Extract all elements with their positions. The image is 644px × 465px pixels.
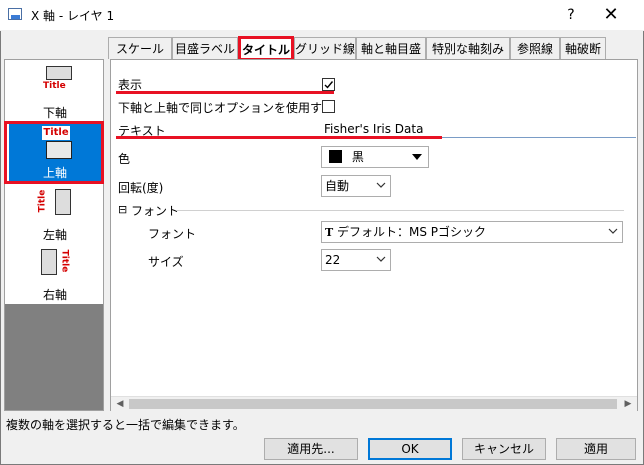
scrollbar-thumb[interactable] bbox=[129, 399, 617, 409]
size-dropdown[interactable]: 22 bbox=[321, 249, 391, 271]
chevron-down-icon bbox=[608, 228, 618, 234]
font-section-label: フォント bbox=[131, 204, 180, 218]
chevron-down-icon bbox=[376, 256, 386, 262]
app-icon bbox=[8, 8, 22, 20]
same-option-checkbox[interactable] bbox=[322, 100, 335, 113]
axis-item-bottom[interactable]: Title 下軸 bbox=[9, 64, 101, 122]
annotation-underline bbox=[116, 136, 442, 139]
axis-item-right[interactable]: Title 右軸 bbox=[9, 246, 101, 304]
font-value: デフォルト：MS Pゴシック bbox=[337, 225, 487, 239]
annotation-underline bbox=[116, 91, 334, 94]
tab-reference-lines[interactable]: 参照線 bbox=[510, 37, 560, 59]
apply-to-button[interactable]: 適用先... bbox=[264, 438, 358, 460]
tab-axis-break[interactable]: 軸破断 bbox=[560, 37, 606, 59]
dropdown-arrow-icon bbox=[412, 154, 422, 160]
axis-icon-title-text: Title bbox=[37, 189, 48, 213]
title-bar: X 軸 - レイヤ 1 ? ✕ bbox=[0, 0, 644, 31]
truetype-icon: T bbox=[325, 226, 334, 239]
chevron-down-icon bbox=[376, 182, 386, 188]
axis-item-left[interactable]: Title 左軸 bbox=[9, 186, 101, 244]
axis-item-label: 右軸 bbox=[42, 288, 67, 302]
cancel-button[interactable]: キャンセル bbox=[462, 438, 546, 460]
axis-item-label: 左軸 bbox=[42, 228, 67, 242]
scroll-right-icon[interactable]: ▶ bbox=[621, 397, 635, 411]
tab-special-ticks[interactable]: 特別な軸刻み bbox=[426, 37, 510, 59]
checkmark-icon bbox=[324, 81, 334, 89]
status-text: 複数の軸を選択すると一括で編集できます。 bbox=[6, 418, 245, 432]
show-checkbox[interactable] bbox=[322, 78, 335, 91]
rotation-value: 自動 bbox=[325, 179, 350, 193]
axis-icon-title-text: Title bbox=[43, 81, 66, 91]
tab-axis-ticks[interactable]: 軸と軸目盛 bbox=[356, 37, 426, 59]
color-dropdown[interactable]: 黒 bbox=[321, 146, 429, 168]
rotation-dropdown[interactable]: 自動 bbox=[321, 175, 391, 197]
tab-scale[interactable]: スケール bbox=[108, 37, 172, 59]
size-label: サイズ bbox=[148, 255, 184, 269]
close-button[interactable]: ✕ bbox=[596, 4, 626, 26]
color-label: 色 bbox=[118, 152, 131, 166]
tab-title[interactable]: タイトル bbox=[238, 36, 294, 61]
tab-grid[interactable]: グリッド線 bbox=[294, 37, 356, 59]
color-value: 黒 bbox=[351, 150, 364, 164]
apply-button[interactable]: 適用 bbox=[556, 438, 636, 460]
bottom-axis-icon bbox=[46, 66, 72, 80]
axis-list-empty-area bbox=[5, 304, 103, 410]
section-divider bbox=[176, 210, 624, 211]
font-dropdown[interactable]: T デフォルト：MS Pゴシック bbox=[321, 221, 623, 243]
help-button[interactable]: ? bbox=[556, 4, 586, 26]
color-swatch bbox=[329, 150, 342, 163]
axis-item-label: 下軸 bbox=[42, 106, 67, 120]
ok-button[interactable]: OK bbox=[368, 438, 452, 460]
selection-highlight bbox=[4, 121, 104, 184]
same-option-label: 下軸と上軸で同じオプションを使用する bbox=[118, 101, 335, 115]
horizontal-scrollbar[interactable]: ◀ ▶ bbox=[111, 396, 637, 411]
axis-icon-title-text: Title bbox=[59, 249, 70, 273]
rotation-label: 回転(度) bbox=[118, 181, 164, 195]
window-title: X 軸 - レイヤ 1 bbox=[31, 9, 115, 23]
font-section-toggle[interactable]: ⊟ bbox=[118, 203, 127, 216]
left-axis-icon bbox=[55, 189, 71, 215]
font-label: フォント bbox=[148, 227, 197, 241]
tab-tick-labels[interactable]: 目盛ラベル bbox=[172, 37, 238, 59]
right-axis-icon bbox=[41, 249, 57, 275]
scroll-left-icon[interactable]: ◀ bbox=[113, 397, 127, 411]
size-value: 22 bbox=[325, 253, 341, 267]
